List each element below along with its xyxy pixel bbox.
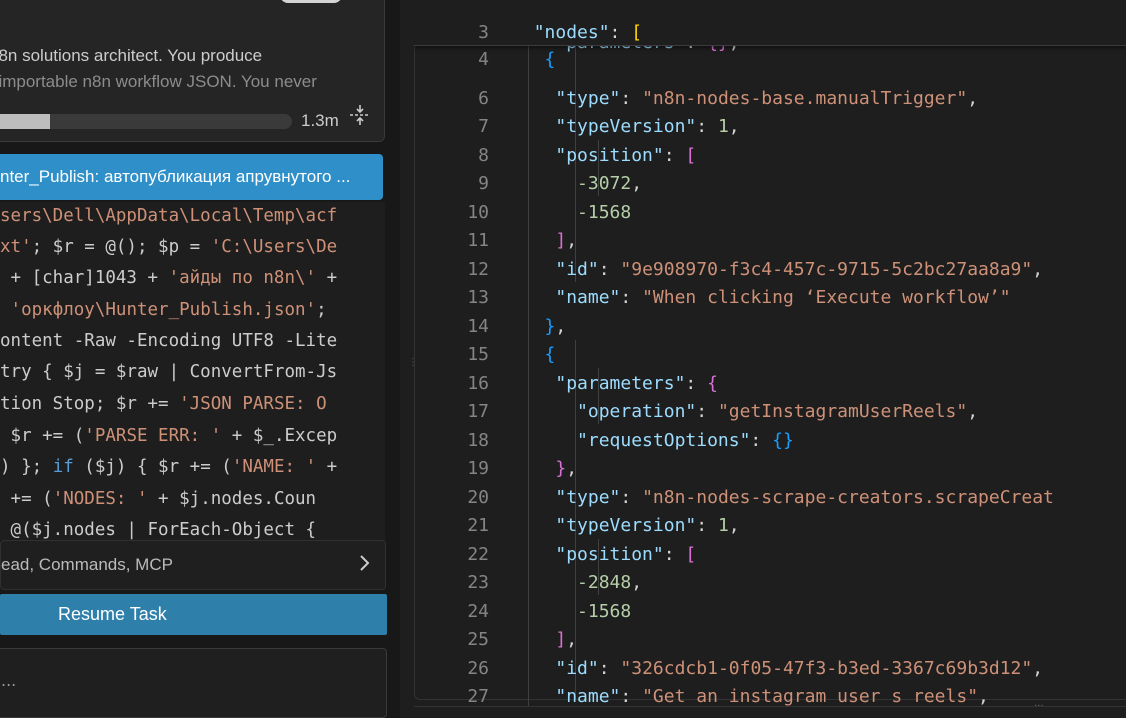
context-progress-bar: [0, 114, 292, 129]
command-line: @($j.nodes | ForEach-Object {: [0, 520, 317, 540]
chat-input[interactable]: ...: [0, 648, 387, 718]
command-line: sers\Dell\AppData\Local\Temp\acf: [0, 206, 338, 226]
code-line: 14 },: [467, 315, 567, 337]
command-line: ontent -Raw -Encoding UTF8 -Lite: [0, 331, 338, 351]
code-line: 21 "typeVersion": 1,: [467, 514, 740, 536]
code-line: 9 -3072,: [478, 172, 643, 194]
command-line: + [char]1043 + 'айды по n8n\' +: [0, 268, 338, 288]
code-line: 4 {: [478, 48, 556, 70]
command-output-block: sers\Dell\AppData\Local\Temp\acf xt'; $r…: [0, 202, 385, 540]
compress-glyph: [350, 105, 370, 125]
chevron-right-icon: [359, 553, 371, 578]
chat-input-placeholder: ...: [1, 671, 17, 690]
horizontal-scrollbar[interactable]: ···: [414, 701, 1126, 718]
code-line: 25 ],: [467, 628, 578, 650]
code-line: 19 },: [467, 457, 578, 479]
code-line: 12 "id": "9e908970-f3c4-457c-9715-5c2bc2…: [467, 258, 1044, 280]
context-usage-label: 1.3m: [301, 111, 339, 130]
code-line: 18 "requestOptions": {}: [467, 429, 794, 451]
scroll-grip-icon: ···: [1034, 701, 1044, 712]
code-line: 24 -1568: [467, 600, 632, 622]
command-line: tion Stop; $r += 'JSON PARSE: O: [0, 394, 327, 414]
system-prompt-card: n8n solutions architect. You produce , i…: [0, 0, 385, 142]
command-line: 'оркфлоу\Hunter_Publish.json';: [10, 300, 327, 320]
system-prompt-line: n8n solutions architect. You produce: [0, 46, 263, 65]
task-sidebar: n8n solutions architect. You produce , i…: [0, 0, 400, 718]
context-menu-label: ead, Commands, MCP: [1, 555, 173, 574]
command-line: ) }; if ($j) { $r += ('NAME: ' +: [0, 457, 338, 477]
code-line: 20 "type": "n8n-nodes-scrape-creators.sc…: [467, 486, 1054, 508]
code-line: 22 "position": [: [467, 543, 697, 565]
code-line: 10 -1568: [467, 201, 632, 223]
code-lines: "parameters": {}, 6 "type": "n8n-nodes-b…: [414, 0, 1126, 718]
context-progress-fill: [0, 114, 50, 129]
code-line: 7 "typeVersion": 1,: [478, 115, 740, 137]
code-line: 17 "operation": "getInstagramUserReels",: [467, 400, 979, 422]
resume-task-button[interactable]: Resume Task: [0, 594, 387, 635]
code-line: 11 ],: [467, 229, 578, 251]
task-title-bar[interactable]: nter_Publish: автопубликация апрувнутого…: [0, 154, 383, 200]
context-menu-bar[interactable]: ead, Commands, MCP: [0, 540, 386, 590]
code-line: 8 "position": [: [478, 144, 697, 166]
command-line: try { $j = $raw | ConvertFrom-Js: [0, 362, 338, 382]
system-prompt-line: , importable n8n workflow JSON. You neve…: [0, 72, 317, 91]
command-line: += ('NODES: ' + $j.nodes.Coun: [0, 489, 317, 509]
system-prompt-text: n8n solutions architect. You produce , i…: [0, 43, 364, 95]
command-line: xt'; $r = @(); $p = 'C:\Users\De: [0, 237, 338, 257]
card-toggle-pill[interactable]: [280, 0, 342, 3]
compress-icon[interactable]: [347, 104, 373, 125]
code-line: 27 "name": "Get an instagram user s reel…: [467, 685, 989, 707]
code-editor[interactable]: 3 "nodes": [ 4 { "parameters": {}, 6 "ty…: [414, 0, 1126, 718]
code-line: 26 "id": "326cdcb1-0f05-47f3-b3ed-3367c6…: [467, 657, 1044, 679]
code-line: 23 -2848,: [467, 571, 643, 593]
code-line: 3 "nodes": [: [478, 21, 643, 43]
sticky-scroll-header[interactable]: 3 "nodes": [ 4 {: [414, 0, 1126, 70]
command-line: $r += ('PARSE ERR: ' + $_.Excep: [0, 426, 338, 446]
code-line: 13 "name": "When clicking ‘Execute workf…: [467, 286, 1011, 308]
code-line: 15 {: [467, 343, 556, 365]
code-line: 16 "parameters": {: [467, 372, 718, 394]
